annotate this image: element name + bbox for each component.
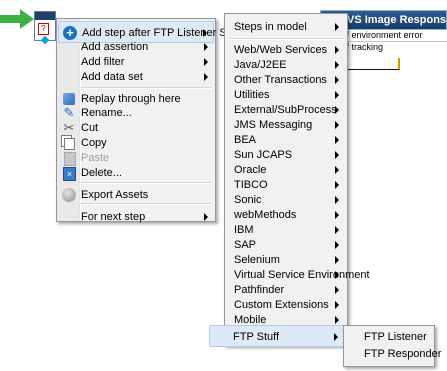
submenu-arrow-icon	[335, 316, 339, 324]
submenu-arrow-icon	[335, 23, 339, 31]
submenu-arrow-icon	[335, 181, 339, 189]
context-menu: + Add step after FTP Listener Step2 Add …	[56, 18, 248, 223]
menu-item-add-data-set[interactable]: Add data set	[58, 66, 214, 88]
menu-item-label: FTP Stuff	[233, 331, 280, 343]
submenu-item-ftp-listener[interactable]: FTP Listener	[346, 328, 432, 346]
vs-node-row-environment-error[interactable]: If environment error	[344, 30, 423, 40]
submenu-arrow-icon	[335, 211, 339, 219]
submenu-arrow-icon	[335, 196, 339, 204]
submenu-item-steps-in-model[interactable]: Steps in model	[227, 16, 345, 38]
menu-item-label: Add data set	[81, 71, 143, 83]
delete-icon: ×	[63, 167, 76, 181]
submenu-arrow-icon	[204, 43, 208, 51]
menu-item-for-next-step[interactable]: For next step	[58, 206, 214, 228]
menu-separator	[81, 203, 212, 205]
submenu-arrow-icon	[335, 91, 339, 99]
submenu-arrow-icon	[334, 333, 338, 341]
submenu-arrow-icon	[335, 271, 339, 279]
submenu-arrow-icon	[204, 73, 208, 81]
menu-item-label: Delete...	[81, 167, 122, 179]
document-error-icon: ?	[38, 23, 49, 35]
vs-node-row-tracking[interactable]: If tracking	[344, 42, 383, 52]
submenu-item-ftp-stuff[interactable]: FTP Stuff	[209, 325, 345, 347]
vs-node-title: VS Image Response Selec	[347, 14, 447, 26]
submenu-arrow-icon	[204, 58, 208, 66]
submenu-arrow-icon	[335, 121, 339, 129]
submenu-arrow-icon	[335, 226, 339, 234]
menu-item-label: For next step	[81, 211, 146, 223]
export-icon	[62, 188, 76, 202]
submenu-arrow-icon	[335, 76, 339, 84]
submenu-arrow-icon	[335, 256, 339, 264]
submenu-arrow-icon	[335, 166, 339, 174]
start-arrow-head	[20, 9, 34, 29]
step-category-submenu: Steps in model Web/Web Services Java/J2E…	[209, 13, 370, 347]
submenu-arrow-icon	[335, 241, 339, 249]
submenu-arrow-icon	[335, 286, 339, 294]
menu-item-label: Export Assets	[81, 189, 149, 201]
submenu-arrow-icon	[335, 136, 339, 144]
start-arrow	[0, 15, 22, 23]
submenu-arrow-icon	[335, 106, 339, 114]
submenu-arrow-icon	[335, 301, 339, 309]
menu-item-delete[interactable]: × Delete...	[58, 162, 214, 184]
step-node-header	[35, 12, 55, 20]
submenu-arrow-icon	[335, 46, 339, 54]
submenu-arrow-icon	[335, 151, 339, 159]
submenu-arrow-icon	[335, 61, 339, 69]
ftp-stuff-submenu: FTP Listener FTP Responder	[343, 325, 441, 367]
submenu-arrow-icon	[204, 213, 208, 221]
submenu-item-ftp-responder[interactable]: FTP Responder	[346, 345, 441, 363]
menu-item-label: Steps in model	[234, 21, 307, 33]
vs-node-body: If environment error If tracking	[344, 30, 447, 56]
flow-connector	[342, 58, 400, 70]
menu-item-label: FTP Responder	[364, 348, 442, 360]
menu-item-label: FTP Listener	[364, 331, 427, 343]
